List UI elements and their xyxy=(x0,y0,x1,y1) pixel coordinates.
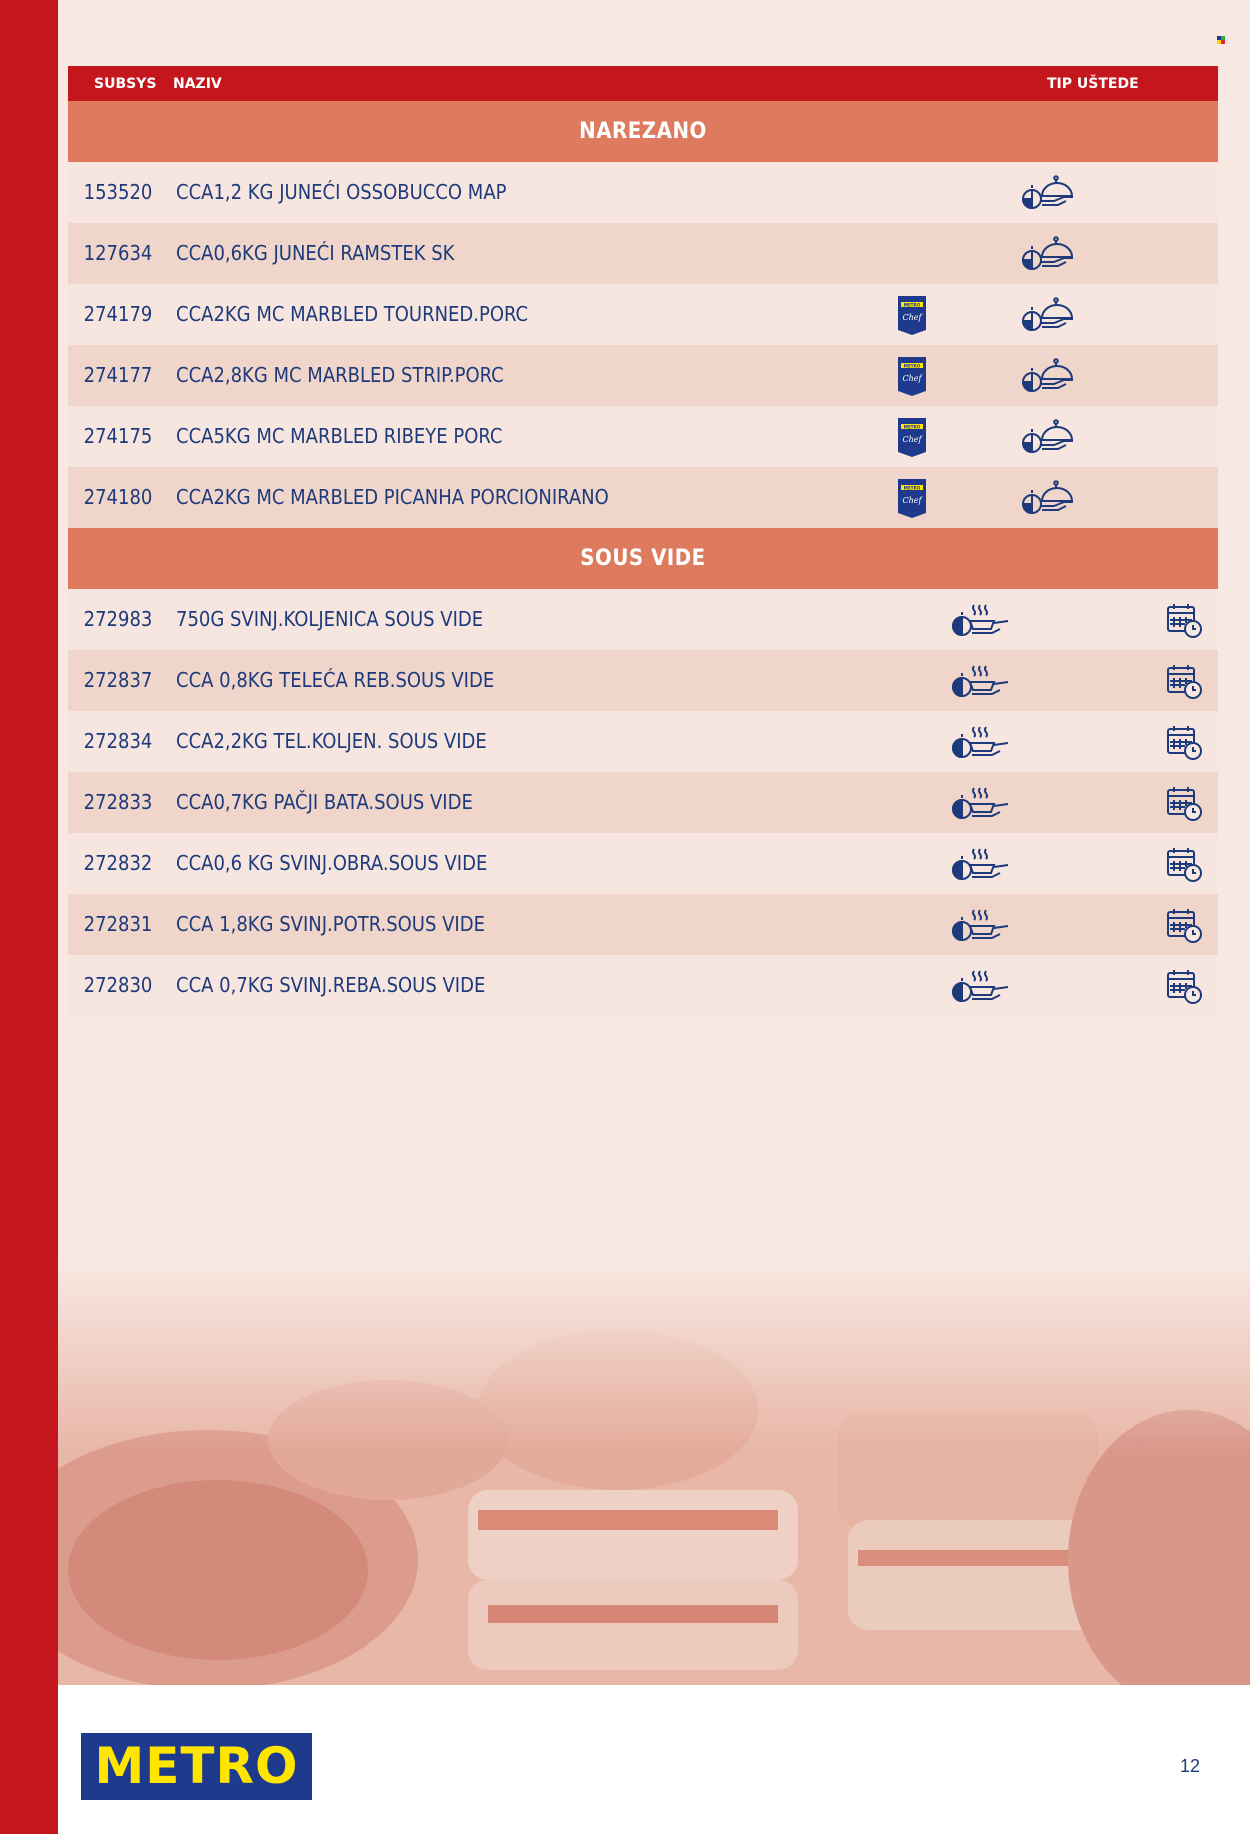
table-row: 272832 CCA0,6 KG SVINJ.OBRA.SOUS VIDE xyxy=(68,833,1218,894)
section-header: NAREZANO xyxy=(68,101,1218,162)
table-row: 274177 CCA2,8KG MC MARBLED STRIP.PORC METR… xyxy=(68,345,1218,406)
dome-timer-icon xyxy=(1020,174,1076,212)
svg-text:METRO: METRO xyxy=(904,485,921,490)
pan-timer-icon xyxy=(950,662,1012,700)
product-code: 272832 xyxy=(83,851,153,875)
product-code: 272831 xyxy=(83,912,153,936)
header-subsys: SUBSYS xyxy=(94,76,157,92)
table-row: 272830 CCA 0,7KG SVINJ.REBA.SOUS VIDE xyxy=(68,955,1218,1016)
calendar-clock-icon xyxy=(1165,906,1203,944)
product-code: 274175 xyxy=(83,424,153,448)
svg-text:METRO: METRO xyxy=(904,363,921,368)
product-name: CCA 0,7KG SVINJ.REBA.SOUS VIDE xyxy=(176,973,486,997)
calendar-clock-icon xyxy=(1165,662,1203,700)
product-code: 272834 xyxy=(83,729,153,753)
svg-text:METRO: METRO xyxy=(904,424,921,429)
table-row: 274180 CCA2KG MC MARBLED PICANHA PORCIONI… xyxy=(68,467,1218,528)
metro-chef-badge-icon: METRO Chef xyxy=(896,416,928,458)
table-row: 274175 CCA5KG MC MARBLED RIBEYE PORC METRO… xyxy=(68,406,1218,467)
product-name: CCA0,6KG JUNEĆI RAMSTEK SK xyxy=(176,241,455,265)
table-row: 272833 CCA0,7KG PAČJI BATA.SOUS VIDE xyxy=(68,772,1218,833)
product-code: 272830 xyxy=(83,973,153,997)
product-code: 272833 xyxy=(83,790,153,814)
svg-text:Chef: Chef xyxy=(903,374,924,383)
calendar-clock-icon xyxy=(1165,723,1203,761)
product-code: 272983 xyxy=(83,607,153,631)
pan-timer-icon xyxy=(950,601,1012,639)
meat-background-photo xyxy=(58,1260,1250,1685)
product-name: CCA2,8KG MC MARBLED STRIP.PORC xyxy=(176,363,504,387)
metro-logo: METRO xyxy=(81,1733,312,1800)
table-row: 127634 CCA0,6KG JUNEĆI RAMSTEK SK xyxy=(68,223,1218,284)
table-row: 272834 CCA2,2KG TEL.KOLJEN. SOUS VIDE xyxy=(68,711,1218,772)
product-code: 274180 xyxy=(83,485,153,509)
product-name: CCA0,7KG PAČJI BATA.SOUS VIDE xyxy=(176,790,473,814)
calendar-clock-icon xyxy=(1165,845,1203,883)
metro-chef-badge-icon: METRO Chef xyxy=(896,355,928,397)
table-row: 153520 CCA1,2 KG JUNEĆI OSSOBUCCO MAP xyxy=(68,162,1218,223)
pan-timer-icon xyxy=(950,967,1012,1005)
product-name: CCA0,6 KG SVINJ.OBRA.SOUS VIDE xyxy=(176,851,488,875)
pan-timer-icon xyxy=(950,845,1012,883)
corner-color-mark-icon xyxy=(1217,36,1225,44)
product-code: 127634 xyxy=(83,241,153,265)
product-name: CCA2KG MC MARBLED PICANHA PORCIONIRANO xyxy=(176,485,609,509)
header-tip-ustede: TIP UŠTEDE xyxy=(1047,76,1139,92)
pan-timer-icon xyxy=(950,723,1012,761)
product-name: CCA 0,8KG TELEĆA REB.SOUS VIDE xyxy=(176,668,495,692)
product-name: CCA1,2 KG JUNEĆI OSSOBUCCO MAP xyxy=(176,180,507,204)
metro-chef-badge-icon: METRO Chef xyxy=(896,294,928,336)
table-row: 272837 CCA 0,8KG TELEĆA REB.SOUS VIDE xyxy=(68,650,1218,711)
dome-timer-icon xyxy=(1020,357,1076,395)
dome-timer-icon xyxy=(1020,296,1076,334)
dome-timer-icon xyxy=(1020,418,1076,456)
dome-timer-icon xyxy=(1020,235,1076,273)
pan-timer-icon xyxy=(950,784,1012,822)
product-name: CCA2KG MC MARBLED TOURNED.PORC xyxy=(176,302,529,326)
section-header: SOUS VIDE xyxy=(68,528,1218,589)
table-row: 272831 CCA 1,8KG SVINJ.POTR.SOUS VIDE xyxy=(68,894,1218,955)
product-name: CCA2,2KG TEL.KOLJEN. SOUS VIDE xyxy=(176,729,487,753)
product-name: 750G SVINJ.KOLJENICA SOUS VIDE xyxy=(176,607,484,631)
calendar-clock-icon xyxy=(1165,601,1203,639)
svg-text:Chef: Chef xyxy=(903,435,924,444)
product-code: 153520 xyxy=(83,180,153,204)
calendar-clock-icon xyxy=(1165,784,1203,822)
product-table: SUBSYS NAZIV TIP UŠTEDE NAREZANO 153520 CC… xyxy=(68,66,1218,1016)
page-number: 12 xyxy=(1179,1756,1200,1776)
calendar-clock-icon xyxy=(1165,967,1203,1005)
metro-chef-badge-icon: METRO Chef xyxy=(896,477,928,519)
product-code: 274177 xyxy=(83,363,153,387)
svg-text:METRO: METRO xyxy=(904,302,921,307)
pan-timer-icon xyxy=(950,906,1012,944)
dome-timer-icon xyxy=(1020,479,1076,517)
table-header: SUBSYS NAZIV TIP UŠTEDE xyxy=(68,66,1218,101)
product-code: 274179 xyxy=(83,302,153,326)
table-row: 272983 750G SVINJ.KOLJENICA SOUS VIDE xyxy=(68,589,1218,650)
left-accent-bar xyxy=(0,0,58,1834)
svg-text:Chef: Chef xyxy=(903,313,924,322)
table-body: NAREZANO 153520 CCA1,2 KG JUNEĆI OSSOBUCCO… xyxy=(68,101,1218,1016)
table-row: 274179 CCA2KG MC MARBLED TOURNED.PORC METR… xyxy=(68,284,1218,345)
header-naziv: NAZIV xyxy=(173,76,222,92)
product-name: CCA 1,8KG SVINJ.POTR.SOUS VIDE xyxy=(176,912,485,936)
product-code: 272837 xyxy=(83,668,153,692)
svg-text:Chef: Chef xyxy=(903,496,924,505)
product-name: CCA5KG MC MARBLED RIBEYE PORC xyxy=(176,424,503,448)
